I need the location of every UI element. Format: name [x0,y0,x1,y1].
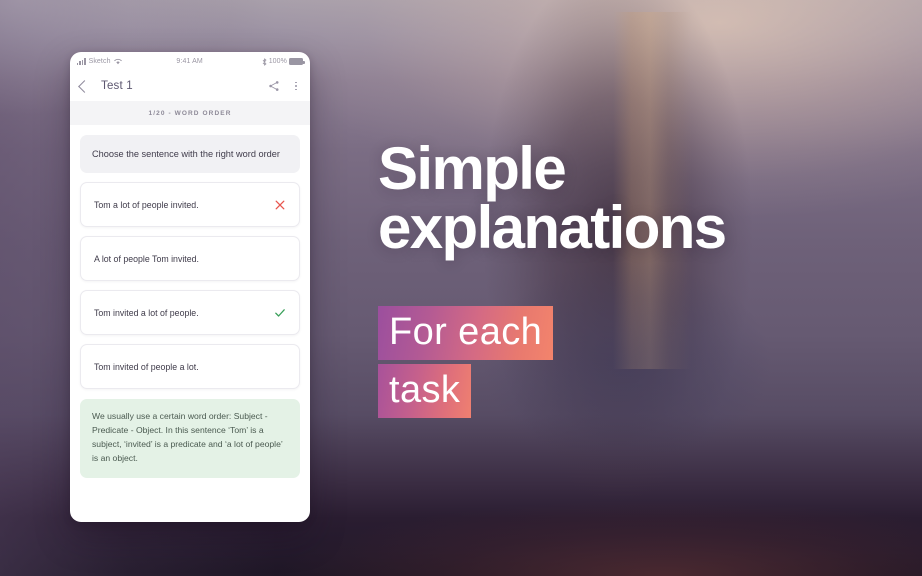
answer-option-label: Tom invited of people a lot. [94,361,199,372]
subheadline: For each task [378,305,898,418]
status-bar-left: Sketch [77,58,122,65]
cross-icon [275,200,285,210]
battery-full-icon [289,58,305,65]
headline-line-1: Simple [378,135,567,202]
answer-option-4[interactable]: Tom invited of people a lot. [80,344,300,390]
section-progress-bar: 1/20 - WORD ORDER [70,101,310,125]
back-chevron-icon[interactable] [78,79,91,93]
explanation-card: We usually use a certain word order: Sub… [80,399,300,478]
answer-option-label: Tom invited a lot of people. [94,307,199,318]
marketing-copy: Simple explanations For each task [378,135,898,418]
check-icon [275,308,285,317]
battery-percent-label: 100% [268,58,287,65]
slide-canvas: Sketch 9:41 AM 100% Test 1 1/20 - WORD O… [0,0,922,576]
page-title: Test 1 [101,80,133,92]
signal-bars-icon [77,58,86,65]
phone-mockup: Sketch 9:41 AM 100% Test 1 1/20 - WORD O… [70,52,310,522]
answer-option-2[interactable]: A lot of people Tom invited. [80,236,300,282]
answer-option-1[interactable]: Tom a lot of people invited. [80,182,300,228]
answer-option-label: A lot of people Tom invited. [94,253,199,264]
app-bar: Test 1 [70,71,310,101]
wifi-icon [113,58,122,65]
headline: Simple explanations [378,135,898,261]
status-bar-time: 9:41 AM [176,58,203,65]
explanation-text: We usually use a certain word order: Sub… [92,411,283,464]
question-prompt: Choose the sentence with the right word … [92,149,280,159]
headline-line-2: explanations [378,193,727,261]
subheadline-line-2: task [378,363,472,418]
quiz-body: Choose the sentence with the right word … [70,125,310,522]
carrier-label: Sketch [88,58,111,65]
status-bar-right: 100% [262,57,305,66]
section-label: 1/20 - WORD ORDER [148,109,232,117]
status-bar: Sketch 9:41 AM 100% [70,52,310,71]
question-card: Choose the sentence with the right word … [80,135,300,174]
answer-option-label: Tom a lot of people invited. [94,199,199,210]
overflow-menu-icon[interactable] [292,81,300,91]
bluetooth-icon [262,57,267,66]
subheadline-line-1: For each [378,305,554,360]
share-icon[interactable] [268,80,280,92]
answer-option-3[interactable]: Tom invited a lot of people. [80,290,300,336]
